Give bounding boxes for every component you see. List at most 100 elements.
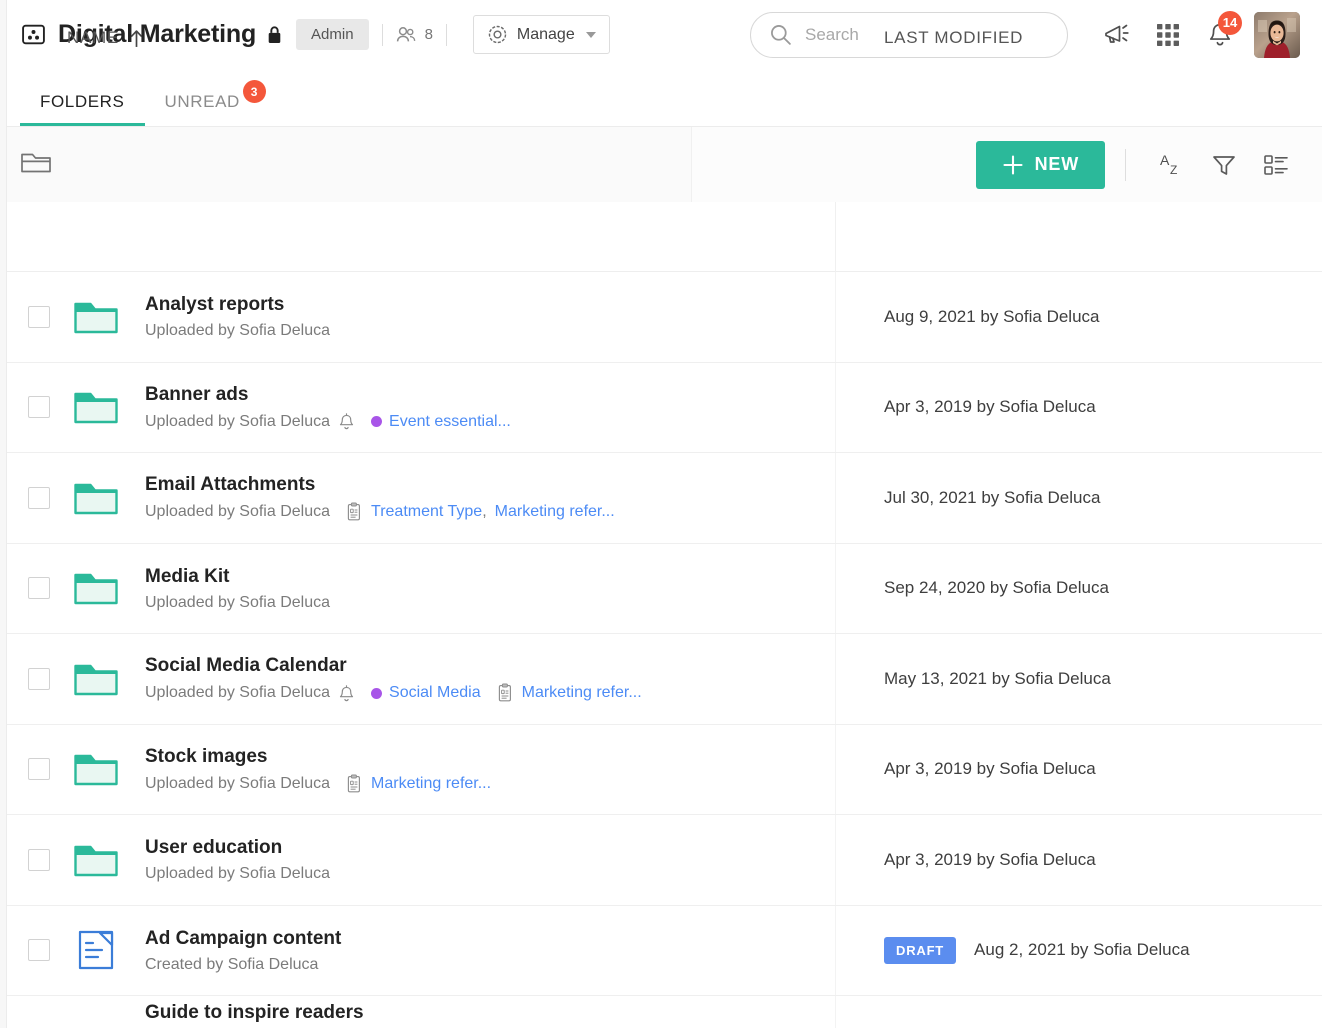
row-byline: Created by Sofia Deluca [145, 956, 318, 974]
column-header-last-modified[interactable]: LAST MODIFIED [884, 28, 1023, 48]
table-row[interactable]: Email Attachments Uploaded by Sofia Delu… [0, 453, 1322, 544]
row-text-block: Email Attachments Uploaded by Sofia Delu… [145, 473, 1322, 522]
table-row[interactable]: Guide to inspire readers [0, 996, 1322, 1028]
column-header-name[interactable]: NAME [67, 28, 144, 48]
breadcrumb[interactable] [20, 149, 52, 177]
row-checkbox[interactable] [28, 487, 50, 509]
row-byline: Uploaded by Sofia Deluca [145, 684, 330, 702]
chevron-down-icon [586, 32, 596, 38]
manage-button[interactable]: Manage [473, 15, 610, 54]
gear-icon [487, 24, 508, 45]
row-title[interactable]: Email Attachments [145, 473, 1322, 497]
row-title[interactable]: User education [145, 836, 1322, 860]
left-edge-stripe [0, 0, 7, 1028]
app-window: Digital Marketing Admin [0, 0, 1322, 1028]
funnel-filter-icon[interactable] [1198, 139, 1250, 191]
table-row[interactable]: User education Uploaded by Sofia Deluca … [0, 815, 1322, 906]
file-list: Analyst reports Uploaded by Sofia Deluca… [0, 272, 1322, 1028]
lock-icon [267, 25, 282, 44]
toolbar: NEW A Z [0, 127, 1322, 202]
row-last-modified-cell: Apr 3, 2019 by Sofia Deluca [884, 397, 1096, 417]
sort-az-icon[interactable]: A Z [1146, 139, 1198, 191]
folder-icon [73, 842, 119, 878]
row-last-modified-cell: May 13, 2021 by Sofia Deluca [884, 669, 1111, 689]
status-badge: DRAFT [884, 937, 956, 964]
row-title[interactable]: Banner ads [145, 383, 1322, 407]
subscribe-bell-icon[interactable] [338, 684, 355, 703]
row-checkbox[interactable] [28, 306, 50, 328]
table-row[interactable]: Analyst reports Uploaded by Sofia Deluca… [0, 272, 1322, 363]
table-row[interactable]: Stock images Uploaded by Sofia Deluca Ma… [0, 725, 1322, 816]
row-title[interactable]: Analyst reports [145, 293, 1322, 317]
row-checkbox[interactable] [28, 577, 50, 599]
new-button[interactable]: NEW [976, 141, 1105, 189]
tag-color-dot [371, 416, 382, 427]
new-button-label: NEW [1035, 154, 1079, 175]
metadata-tag-link[interactable]: Marketing refer... [522, 684, 642, 702]
folder-icon [73, 661, 119, 697]
row-checkbox[interactable] [28, 939, 50, 961]
row-text-block: Stock images Uploaded by Sofia Deluca Ma… [145, 745, 1322, 794]
row-column-divider [835, 725, 836, 815]
toolbar-left-panel [0, 127, 692, 202]
header-divider-1 [382, 24, 383, 46]
subscribe-bell-icon[interactable] [338, 412, 355, 431]
admin-role-chip[interactable]: Admin [296, 19, 369, 50]
column-header-divider [835, 202, 836, 272]
row-modified-date: Apr 3, 2019 by Sofia Deluca [884, 397, 1096, 417]
megaphone-icon[interactable] [1090, 9, 1142, 61]
row-modified-date: Jul 30, 2021 by Sofia Deluca [884, 488, 1100, 508]
row-checkbox[interactable] [28, 396, 50, 418]
row-column-divider [835, 453, 836, 543]
row-byline: Uploaded by Sofia Deluca [145, 775, 330, 793]
row-checkbox[interactable] [28, 849, 50, 871]
row-checkbox[interactable] [28, 758, 50, 780]
metadata-tag-link[interactable]: Marketing refer... [371, 775, 491, 793]
row-byline: Uploaded by Sofia Deluca [145, 413, 330, 431]
column-header-name-label: NAME [67, 28, 119, 48]
tag-link[interactable]: Event essential... [389, 413, 511, 431]
row-last-modified-cell: Apr 3, 2019 by Sofia Deluca [884, 850, 1096, 870]
row-column-divider [835, 996, 836, 1028]
notifications-bell-icon[interactable]: 14 [1194, 9, 1246, 61]
folder-icon [73, 299, 119, 335]
space-folder-icon [20, 22, 46, 48]
row-modified-date: Sep 24, 2020 by Sofia Deluca [884, 578, 1109, 598]
list-view-icon[interactable] [1250, 139, 1302, 191]
tab-unread[interactable]: UNREAD 3 [145, 92, 260, 126]
tab-unread-badge: 3 [243, 80, 266, 103]
table-row[interactable]: Media Kit Uploaded by Sofia Deluca Sep 2… [0, 544, 1322, 635]
manage-label: Manage [517, 26, 575, 44]
row-subtitle: Uploaded by Sofia Deluca [145, 322, 1322, 340]
members-count-button[interactable]: 8 [396, 26, 433, 44]
column-header-row [0, 202, 1322, 272]
table-row[interactable]: Social Media Calendar Uploaded by Sofia … [0, 634, 1322, 725]
metadata-clipboard-icon[interactable] [346, 502, 363, 522]
row-title[interactable]: Social Media Calendar [145, 654, 1322, 678]
row-subtitle: Uploaded by Sofia Deluca Marketing refer… [145, 774, 1322, 794]
row-checkbox[interactable] [28, 668, 50, 690]
metadata-clipboard-icon[interactable] [497, 683, 514, 703]
row-text-block: User education Uploaded by Sofia Deluca [145, 836, 1322, 883]
avatar[interactable] [1254, 12, 1300, 58]
grid-apps-icon[interactable] [1142, 9, 1194, 61]
metadata-tag-link[interactable]: Treatment Type [371, 503, 482, 521]
svg-text:Z: Z [1170, 163, 1177, 177]
row-column-divider [835, 634, 836, 724]
row-title[interactable]: Guide to inspire readers [145, 1001, 1322, 1025]
table-row[interactable]: Banner ads Uploaded by Sofia Deluca Even… [0, 363, 1322, 454]
folder-icon [73, 480, 119, 516]
row-subtitle: Uploaded by Sofia Deluca Treatment Type,… [145, 502, 1322, 522]
row-modified-date: Apr 3, 2019 by Sofia Deluca [884, 850, 1096, 870]
tab-folders[interactable]: FOLDERS [20, 92, 145, 126]
row-title[interactable]: Stock images [145, 745, 1322, 769]
row-title[interactable]: Media Kit [145, 565, 1322, 589]
metadata-tag-link[interactable]: Marketing refer... [495, 503, 615, 521]
tag-link[interactable]: Social Media [389, 684, 481, 702]
metadata-clipboard-icon[interactable] [346, 774, 363, 794]
row-subtitle: Uploaded by Sofia Deluca Event essential… [145, 412, 1322, 431]
row-last-modified-cell: DRAFT Aug 2, 2021 by Sofia Deluca [884, 937, 1190, 964]
table-row[interactable]: Ad Campaign content Created by Sofia Del… [0, 906, 1322, 997]
row-subtitle: Uploaded by Sofia Deluca Social Media Ma… [145, 683, 1322, 703]
arrow-up-icon [129, 29, 144, 48]
